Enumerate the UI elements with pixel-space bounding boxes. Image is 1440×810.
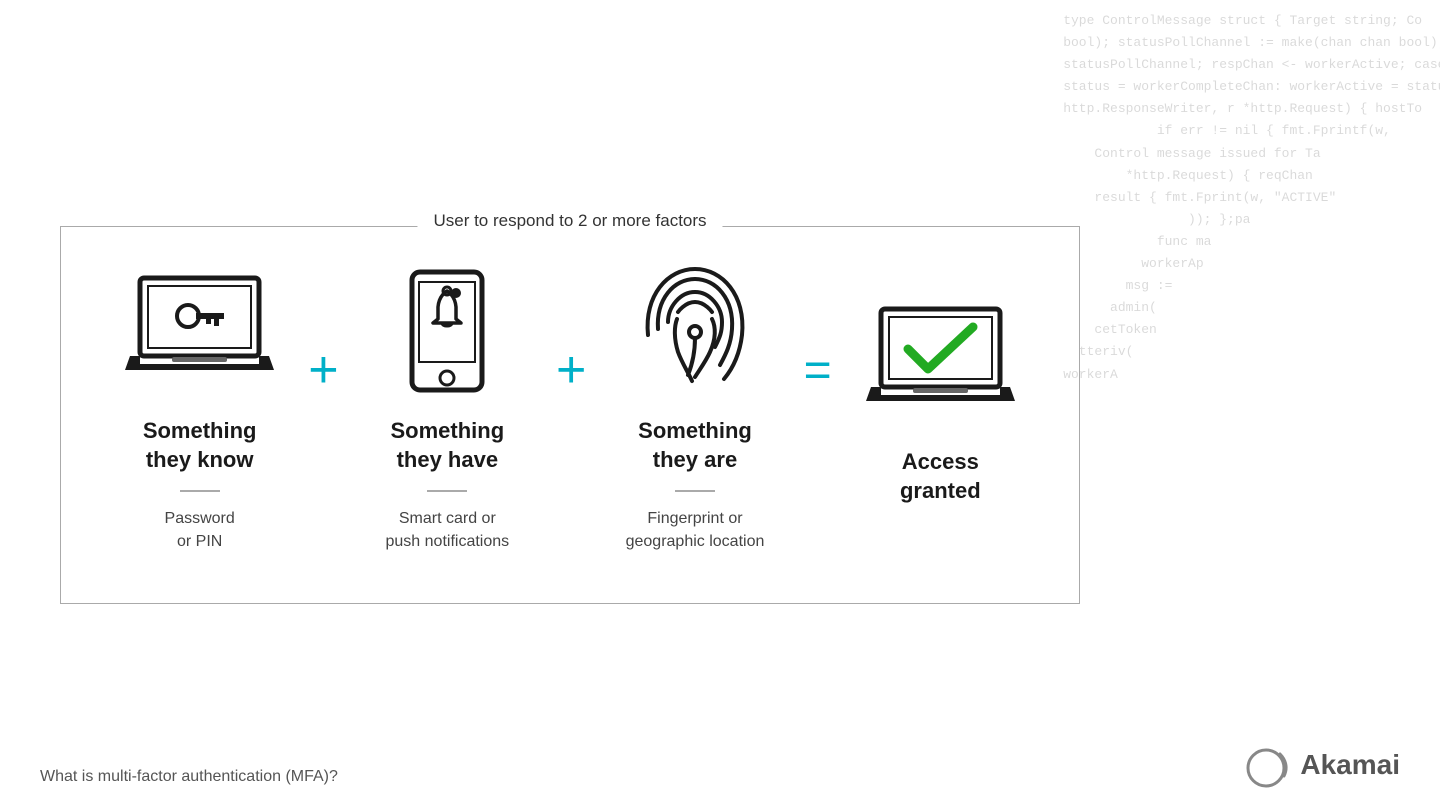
- equals-operator: =: [804, 343, 832, 398]
- factor-have-subtitle: Smart card orpush notifications: [386, 508, 510, 553]
- factor-are-title: Somethingthey are: [638, 417, 752, 474]
- akamai-logo-icon: [1244, 740, 1294, 790]
- factor-know: Somethingthey know Passwordor PIN: [91, 267, 308, 553]
- akamai-logo: Akamai: [1244, 740, 1400, 790]
- factor-know-divider: [180, 490, 220, 492]
- factor-have-divider: [427, 490, 467, 492]
- factor-have-title: Somethingthey have: [390, 417, 504, 474]
- factor-are-subtitle: Fingerprint orgeographic location: [626, 508, 765, 553]
- factor-know-title: Somethingthey know: [143, 417, 257, 474]
- fingerprint-icon: [615, 267, 775, 397]
- box-label: User to respond to 2 or more factors: [417, 211, 722, 231]
- main-content: User to respond to 2 or more factors: [0, 0, 1100, 810]
- phone-bell-icon: [367, 267, 527, 397]
- akamai-label: Akamai: [1300, 749, 1400, 781]
- laptop-check-icon: [860, 298, 1020, 428]
- plus-operator-1: +: [308, 340, 338, 400]
- factor-are: Somethingthey are Fingerprint orgeograph…: [586, 267, 803, 553]
- factor-are-divider: [675, 490, 715, 492]
- factor-result-title: Accessgranted: [900, 448, 981, 505]
- factor-result: Accessgranted: [832, 298, 1049, 521]
- factor-have: Somethingthey have Smart card orpush not…: [339, 267, 556, 553]
- footer-text: What is multi-factor authentication (MFA…: [40, 768, 338, 786]
- mfa-box: User to respond to 2 or more factors: [60, 226, 1080, 604]
- laptop-key-icon: [120, 267, 280, 397]
- plus-operator-2: +: [556, 340, 586, 400]
- factors-row: Somethingthey know Passwordor PIN +: [91, 267, 1049, 553]
- factor-know-subtitle: Passwordor PIN: [165, 508, 235, 553]
